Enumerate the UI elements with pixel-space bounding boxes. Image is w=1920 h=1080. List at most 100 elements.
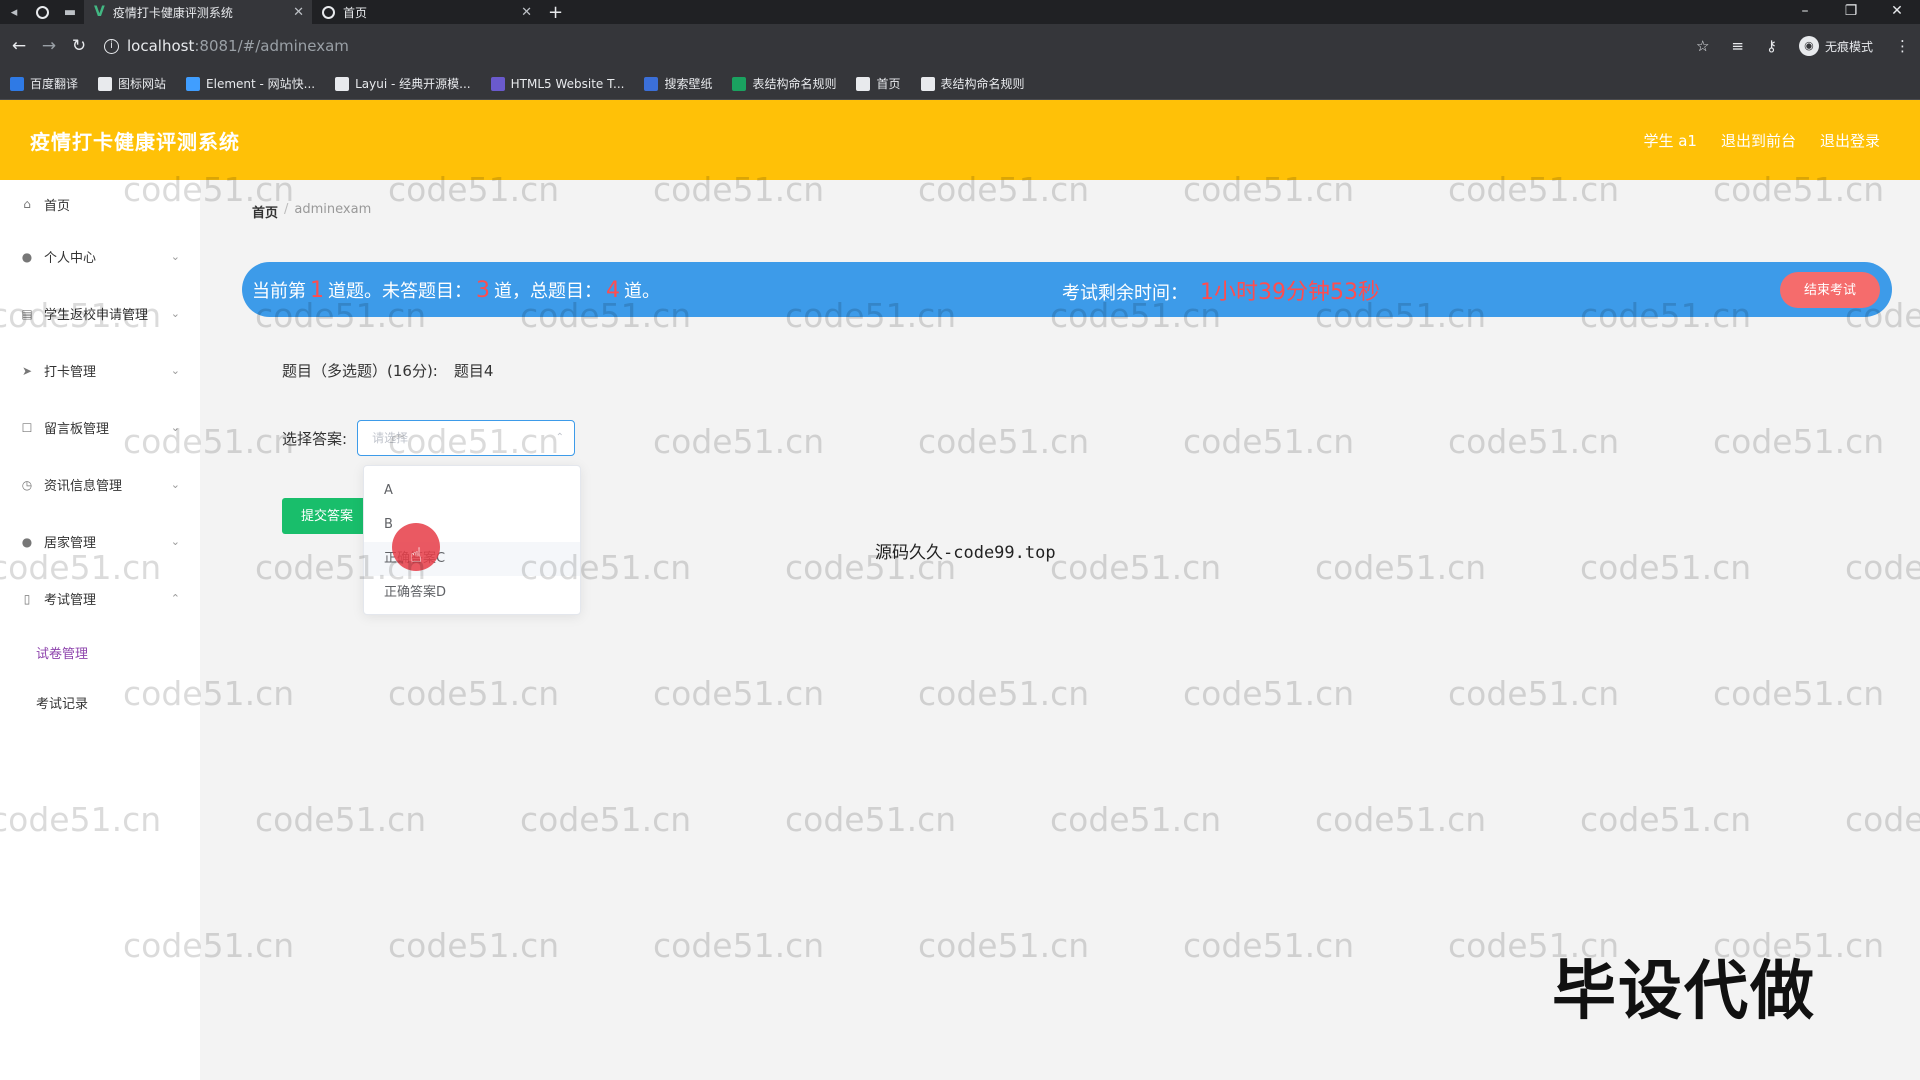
sidebar-item[interactable]: ● 个人中心 ⌄ <box>0 228 200 285</box>
sidebar-item[interactable]: ⌂ 首页 <box>0 180 200 228</box>
bookmark-label: Layui - 经典开源模... <box>355 77 471 91</box>
close-tab-icon[interactable]: ✕ <box>521 5 532 20</box>
breadcrumb-separator: / <box>284 202 289 217</box>
chevron-down-icon: ⌄ <box>170 250 180 263</box>
sidebar-item[interactable]: ▯ 考试管理 ⌃ <box>0 570 200 627</box>
sidebar: ⌂ 首页 ● 个人中心 ⌄ ▤ 学生返校申请管理 ⌄ ➤ 打卡管理 ⌄ ☐ 留言板管理 ⌄ ◷ 资讯信息管理 ⌄… <box>0 180 200 1080</box>
breadcrumb: 首页 / adminexam <box>252 202 371 221</box>
send-icon: ➤ <box>21 363 33 378</box>
info-icon[interactable]: i <box>104 38 119 54</box>
bookmark-label: 图标网站 <box>118 77 167 91</box>
answer-select[interactable]: 请选择 ⌃ <box>357 420 576 456</box>
bookmark-icon <box>920 76 935 91</box>
sidebar-item[interactable]: ● 居家管理 ⌄ <box>0 513 200 570</box>
sidebar-item-label: 首页 <box>44 198 71 214</box>
close-window-icon[interactable]: ✕ <box>1874 0 1920 24</box>
breadcrumb-home[interactable]: 首页 <box>252 202 278 221</box>
key-icon[interactable]: ⚷ <box>1766 37 1777 55</box>
reading-list-icon[interactable]: ≡ <box>1731 37 1744 55</box>
bookmark-item[interactable]: 表结构命名规则 <box>920 75 1025 92</box>
bookmark-icon <box>10 76 24 91</box>
time-remaining: 考试剩余时间： 1小时39分钟53秒 <box>1062 274 1380 306</box>
bookmark-label: 百度翻译 <box>30 77 79 91</box>
end-exam-button[interactable]: 结束考试 <box>1780 272 1880 308</box>
clock-icon: ◷ <box>21 477 33 492</box>
answer-label: 选择答案: <box>282 429 348 448</box>
bookmark-item[interactable]: 搜索壁纸 <box>644 75 712 92</box>
bookmark-item[interactable]: 首页 <box>856 75 901 92</box>
overlay-source-text: 源码久久-code99.top <box>875 543 1056 563</box>
dropdown-option[interactable]: A <box>364 474 580 508</box>
current-user[interactable]: 学生 a1 <box>1643 130 1697 151</box>
sidebar-item[interactable]: ☐ 留言板管理 ⌄ <box>0 399 200 456</box>
total-count: 4 <box>606 277 620 303</box>
chevron-down-icon: ⌄ <box>170 535 180 548</box>
person-icon: ● <box>21 534 33 549</box>
sidebar-subitem[interactable]: 考试记录 <box>0 677 200 727</box>
window-controls: – ❐ ✕ <box>1782 0 1920 24</box>
url-field[interactable]: i localhost:8081/#/adminexam <box>104 37 349 55</box>
bookmark-icon <box>856 76 871 91</box>
chevron-down-icon: ⌄ <box>170 478 180 491</box>
chevron-down-icon: ⌄ <box>170 421 180 434</box>
select-placeholder: 请选择 <box>372 431 409 445</box>
incognito-label: 无痕模式 <box>1824 39 1873 54</box>
bookmark-icon <box>335 76 350 91</box>
bookmark-item[interactable]: 图标网站 <box>98 75 166 92</box>
bookmark-label: 首页 <box>876 77 901 91</box>
sidebar-item[interactable]: ▤ 学生返校申请管理 ⌄ <box>0 285 200 342</box>
exam-status-bar: 当前第 1 道题。未答题目： 3 道，总题目： 4 道。 考试剩余时间： 1小时… <box>242 262 1892 317</box>
more-menu-icon[interactable]: ⋮ <box>1895 37 1910 55</box>
tab-title: 疫情打卡健康评测系统 <box>112 5 233 20</box>
chevron-down-icon: ⌄ <box>170 307 180 320</box>
bookmark-item[interactable]: HTML5 Website T... <box>490 76 625 91</box>
incognito-indicator[interactable]: ◉ 无痕模式 <box>1798 36 1873 56</box>
app-title: 疫情打卡健康评测系统 <box>30 129 240 154</box>
bookmark-label: Element - 网站快... <box>206 77 316 91</box>
sidebar-item[interactable]: ◷ 资讯信息管理 ⌄ <box>0 456 200 513</box>
app-header: 疫情打卡健康评测系统 学生 a1 退出到前台 退出登录 <box>0 100 1920 180</box>
time-label: 考试剩余时间： <box>1062 282 1188 304</box>
new-tab-button[interactable]: + <box>548 2 563 23</box>
audio-icon[interactable]: ◂ <box>0 0 28 24</box>
sidebar-item-label: 学生返校申请管理 <box>44 308 149 323</box>
sidebar-item-label: 打卡管理 <box>44 365 97 380</box>
bookmark-label: HTML5 Website T... <box>510 76 625 91</box>
minimize-icon[interactable]: – <box>1782 0 1828 24</box>
window-icon[interactable]: ▬ <box>56 0 84 24</box>
tab-home[interactable]: 首页 ✕ <box>312 0 540 24</box>
user-icon: ● <box>21 249 33 264</box>
restore-icon[interactable]: ❐ <box>1828 0 1874 24</box>
sidebar-subitem[interactable]: 试卷管理 <box>0 627 200 677</box>
globe-icon[interactable] <box>28 0 56 24</box>
sidebar-item-label: 考试管理 <box>44 593 97 608</box>
dropdown-option[interactable]: 正确答案D <box>364 576 580 610</box>
chevron-up-icon: ⌃ <box>555 432 565 443</box>
star-icon[interactable]: ☆ <box>1696 37 1709 55</box>
submit-answer-button[interactable]: 提交答案 <box>282 498 372 534</box>
incognito-icon: ◉ <box>1798 36 1819 56</box>
bookmark-item[interactable]: 表结构命名规则 <box>732 75 836 92</box>
close-tab-icon[interactable]: ✕ <box>293 5 304 20</box>
back-to-front-link[interactable]: 退出到前台 <box>1721 130 1796 151</box>
forward-icon[interactable]: → <box>34 36 64 56</box>
address-bar: ← → ↻ i localhost:8081/#/adminexam ☆ ≡ ⚷… <box>0 24 1920 68</box>
bookmarks-bar: 百度翻译 图标网站 Element - 网站快... Layui - 经典开源模...… <box>0 68 1920 100</box>
promo-watermark: 毕设代做 <box>1552 955 1816 1029</box>
chevron-down-icon: ⌄ <box>170 364 180 377</box>
back-icon[interactable]: ← <box>4 36 34 56</box>
vue-favicon-icon: V <box>94 4 105 20</box>
reload-icon[interactable]: ↻ <box>64 36 94 56</box>
url-host: localhost <box>127 37 195 55</box>
tab-active[interactable]: V 疫情打卡健康评测系统 ✕ <box>84 0 312 24</box>
bookmark-item[interactable]: Element - 网站快... <box>186 75 315 92</box>
sidebar-item-label: 个人中心 <box>44 251 97 266</box>
sidebar-item[interactable]: ➤ 打卡管理 ⌄ <box>0 342 200 399</box>
breadcrumb-current: adminexam <box>294 202 372 217</box>
logout-link[interactable]: 退出登录 <box>1820 130 1880 151</box>
bookmark-item[interactable]: Layui - 经典开源模... <box>335 75 471 92</box>
home-icon: ⌂ <box>23 197 31 211</box>
globe-favicon-icon <box>322 5 335 19</box>
bookmark-item[interactable]: 百度翻译 <box>10 75 78 92</box>
sidebar-item-label: 留言板管理 <box>44 422 110 437</box>
